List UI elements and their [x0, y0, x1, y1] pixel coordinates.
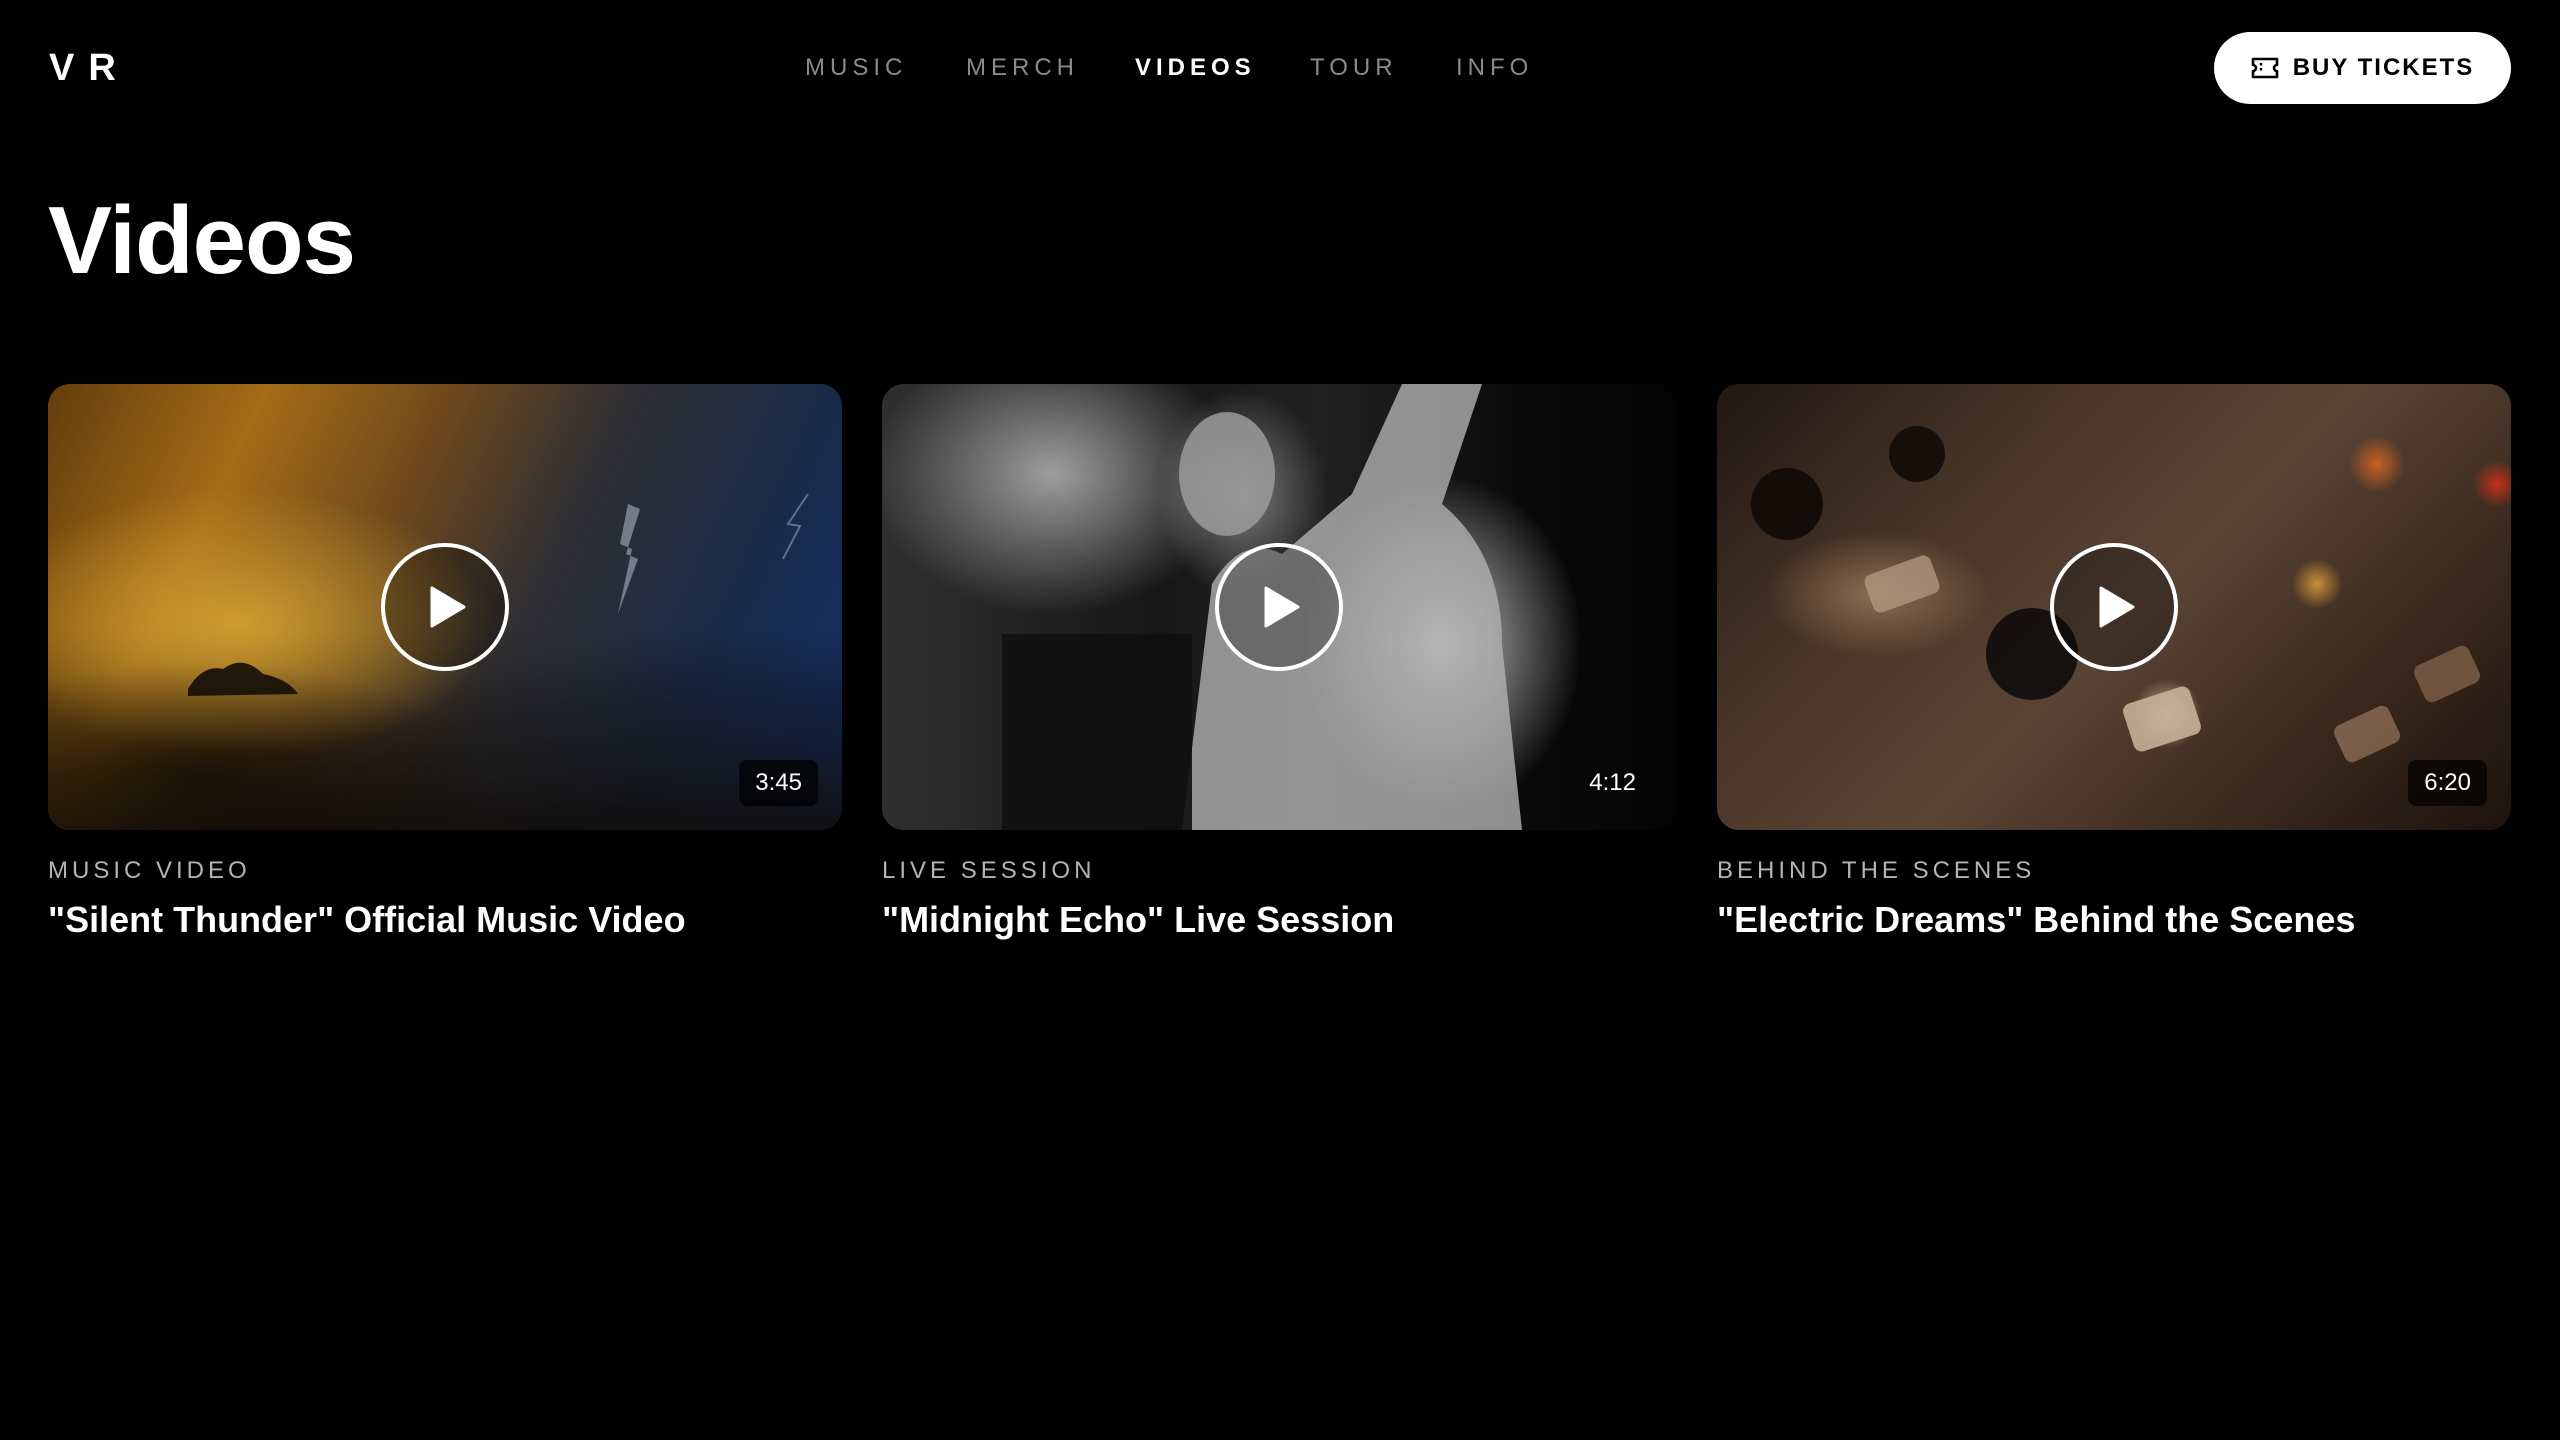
page-title: Videos [48, 187, 356, 294]
video-category: MUSIC VIDEO [48, 857, 251, 884]
video-card: 4:12 LIVE SESSION "Midnight Echo" Live S… [882, 384, 1676, 942]
play-button[interactable] [1215, 543, 1343, 671]
video-title[interactable]: "Electric Dreams" Behind the Scenes [1717, 898, 2511, 942]
play-button[interactable] [2050, 543, 2178, 671]
play-icon [1258, 586, 1300, 628]
video-card: 3:45 MUSIC VIDEO "Silent Thunder" Offici… [48, 384, 842, 942]
nav-item-merch[interactable]: MERCH [966, 52, 1079, 84]
play-icon [424, 586, 466, 628]
video-thumbnail[interactable]: 3:45 [48, 384, 842, 830]
video-duration: 3:45 [739, 760, 818, 806]
play-button[interactable] [381, 543, 509, 671]
nav-item-tour[interactable]: TOUR [1310, 52, 1398, 84]
buy-tickets-label: BUY TICKETS [2292, 54, 2475, 81]
ticket-icon [2251, 57, 2279, 79]
video-card: 6:20 BEHIND THE SCENES "Electric Dreams"… [1717, 384, 2511, 942]
buy-tickets-button[interactable]: BUY TICKETS [2214, 32, 2511, 104]
video-title[interactable]: "Midnight Echo" Live Session [882, 898, 1676, 942]
nav-item-videos[interactable]: VIDEOS [1135, 52, 1256, 84]
video-duration: 4:12 [1589, 769, 1636, 796]
video-title[interactable]: "Silent Thunder" Official Music Video [48, 898, 842, 942]
video-category: BEHIND THE SCENES [1717, 857, 2036, 884]
video-thumbnail[interactable]: 4:12 [882, 384, 1676, 830]
play-icon [2093, 586, 2135, 628]
video-duration: 6:20 [2408, 760, 2487, 806]
nav-item-info[interactable]: INFO [1456, 52, 1533, 84]
video-thumbnail[interactable]: 6:20 [1717, 384, 2511, 830]
nav-item-music[interactable]: MUSIC [805, 52, 907, 84]
main-nav: MUSIC MERCH VIDEOS TOUR INFO [0, 52, 2560, 84]
site-header: VR MUSIC MERCH VIDEOS TOUR INFO BUY TICK… [0, 0, 2560, 136]
video-category: LIVE SESSION [882, 857, 1096, 884]
